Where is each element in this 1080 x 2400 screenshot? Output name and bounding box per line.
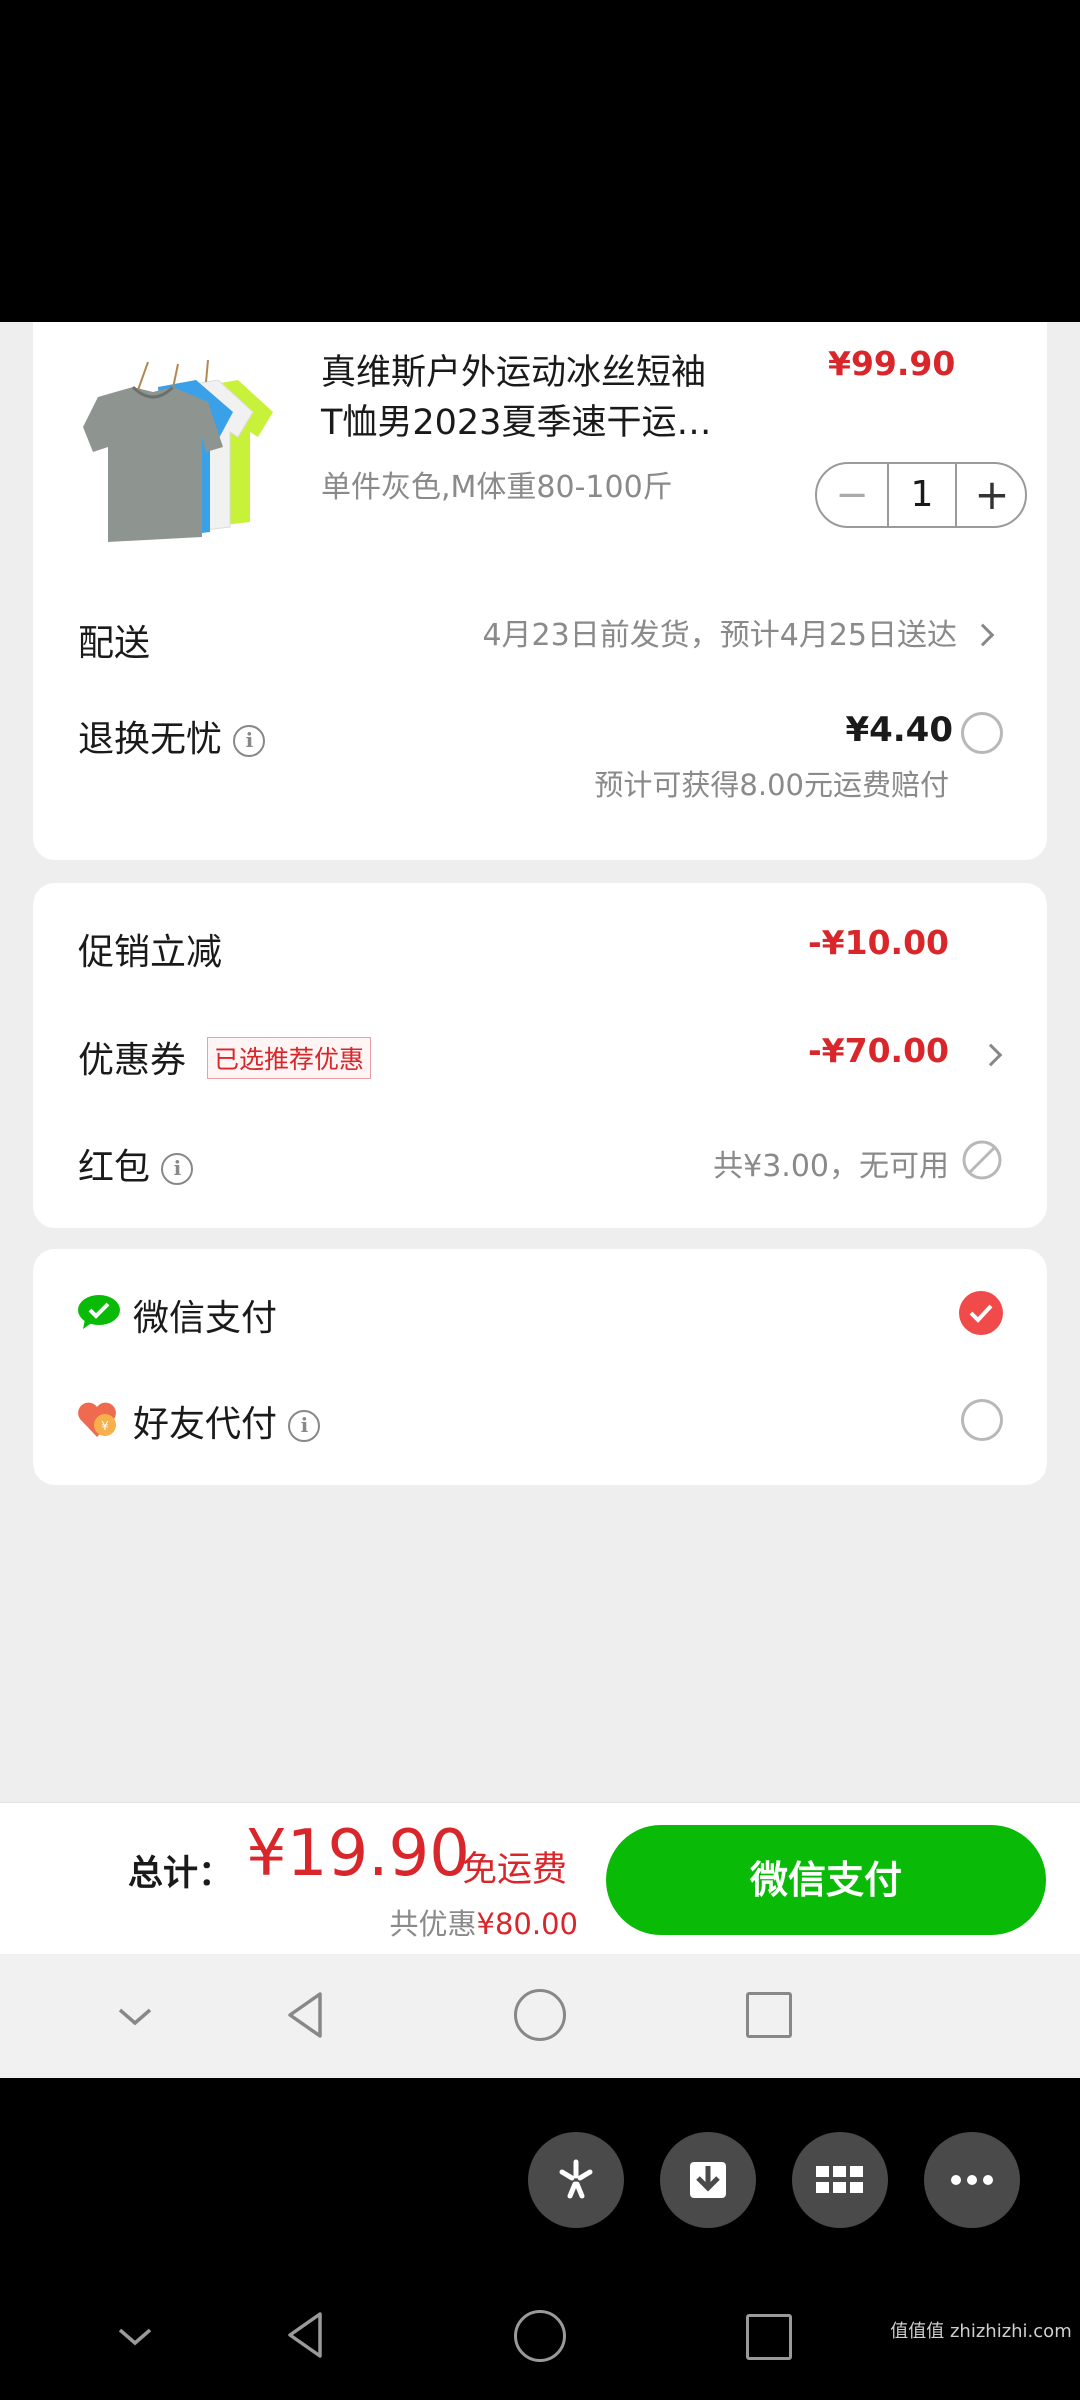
- friend-pay-icon: ¥: [77, 1399, 121, 1439]
- wechat-pay-icon: [77, 1293, 121, 1331]
- home-nav-icon[interactable]: [514, 1989, 566, 2041]
- return-insurance-price: ¥4.40: [845, 710, 953, 750]
- status-bar-area: [0, 0, 1080, 322]
- total-label: 总计：: [128, 1854, 234, 1894]
- recents-nav-icon[interactable]: [746, 2314, 792, 2360]
- delivery-value[interactable]: 4月23日前发货，预计4月25日送达: [482, 610, 957, 654]
- recents-nav-icon[interactable]: [746, 1992, 792, 2038]
- product-price: ¥99.90: [828, 344, 956, 383]
- discount-card: 促销立减 -¥10.00 优惠券 已选推荐优惠 -¥70.00 红包 i 共¥3…: [33, 883, 1047, 1228]
- increment-button[interactable]: +: [957, 464, 1027, 526]
- product-title-line2[interactable]: T恤男2023夏季速干运…: [321, 394, 711, 445]
- redpacket-value: 共¥3.00，无可用: [713, 1149, 949, 1184]
- svg-text:¥: ¥: [101, 1419, 109, 1433]
- shipping-note: 免运费: [462, 1850, 568, 1890]
- decrement-button[interactable]: −: [817, 464, 887, 526]
- info-icon[interactable]: i: [233, 725, 266, 757]
- product-variant[interactable]: 单件灰色,M体重80-100斤: [321, 462, 673, 506]
- coupon-value[interactable]: -¥70.00: [808, 1031, 949, 1070]
- info-icon[interactable]: i: [161, 1153, 194, 1185]
- order-confirm-page: 真维斯户外运动冰丝短袖 T恤男2023夏季速干运… 单件灰色,M体重80-100…: [0, 322, 1080, 1954]
- wechat-pay-check-icon[interactable]: [959, 1291, 1003, 1335]
- assistant-fab[interactable]: [528, 2132, 624, 2228]
- delivery-chevron-icon[interactable]: [971, 623, 995, 647]
- back-nav-icon[interactable]: [280, 2308, 334, 2362]
- promo-label: 促销立减: [78, 932, 223, 973]
- friend-pay-label[interactable]: 好友代付 i: [133, 1395, 321, 1447]
- info-icon[interactable]: i: [288, 1410, 321, 1442]
- home-nav-icon[interactable]: [514, 2310, 566, 2362]
- payment-card: 微信支付 ¥ 好友代付 i: [33, 1249, 1047, 1485]
- collapse-nav-icon[interactable]: [110, 2312, 160, 2362]
- unavailable-icon: [961, 1139, 1003, 1181]
- watermark: 值值值 zhizhizhi.com: [890, 2321, 1072, 2342]
- back-nav-icon[interactable]: [280, 1988, 334, 2042]
- saving-label: 共优惠: [389, 1907, 477, 1941]
- product-title-line1[interactable]: 真维斯户外运动冰丝短袖: [321, 344, 706, 395]
- saving-row: 共优惠¥80.00: [390, 1901, 579, 1943]
- delivery-label: 配送: [78, 623, 151, 664]
- product-card: 真维斯户外运动冰丝短袖 T恤男2023夏季速干运… 单件灰色,M体重80-100…: [33, 322, 1047, 860]
- saving-value: ¥80.00: [476, 1907, 578, 1941]
- wechat-pay-button[interactable]: 微信支付: [606, 1825, 1046, 1935]
- coupon-tag: 已选推荐优惠: [207, 1037, 372, 1079]
- return-insurance-radio[interactable]: [961, 712, 1003, 754]
- apps-grid-fab[interactable]: [792, 2132, 888, 2228]
- quantity-value[interactable]: 1: [889, 464, 955, 526]
- quantity-stepper: − 1 +: [815, 462, 1027, 528]
- checkout-bar: 总计： ¥19.90 免运费 共优惠¥80.00 微信支付: [0, 1802, 1080, 1954]
- download-fab[interactable]: [660, 2132, 756, 2228]
- return-insurance-note: 预计可获得8.00元运费赔付: [594, 768, 949, 802]
- system-navigation-bar: 值值值 zhizhizhi.com: [0, 2280, 1080, 2400]
- coupon-chevron-icon[interactable]: [979, 1043, 1003, 1067]
- return-insurance-label: 退换无忧 i: [78, 710, 266, 762]
- collapse-nav-icon[interactable]: [110, 1992, 160, 2042]
- wechat-pay-label[interactable]: 微信支付: [133, 1289, 277, 1341]
- more-fab[interactable]: [924, 2132, 1020, 2228]
- total-value: ¥19.90: [246, 1817, 470, 1891]
- product-image[interactable]: [78, 352, 288, 552]
- promo-value: -¥10.00: [807, 923, 949, 962]
- friend-pay-radio[interactable]: [961, 1399, 1003, 1441]
- redpacket-label: 红包 i: [78, 1138, 194, 1190]
- navigation-bar: [0, 1954, 1080, 2078]
- coupon-label: 优惠券: [78, 1040, 187, 1081]
